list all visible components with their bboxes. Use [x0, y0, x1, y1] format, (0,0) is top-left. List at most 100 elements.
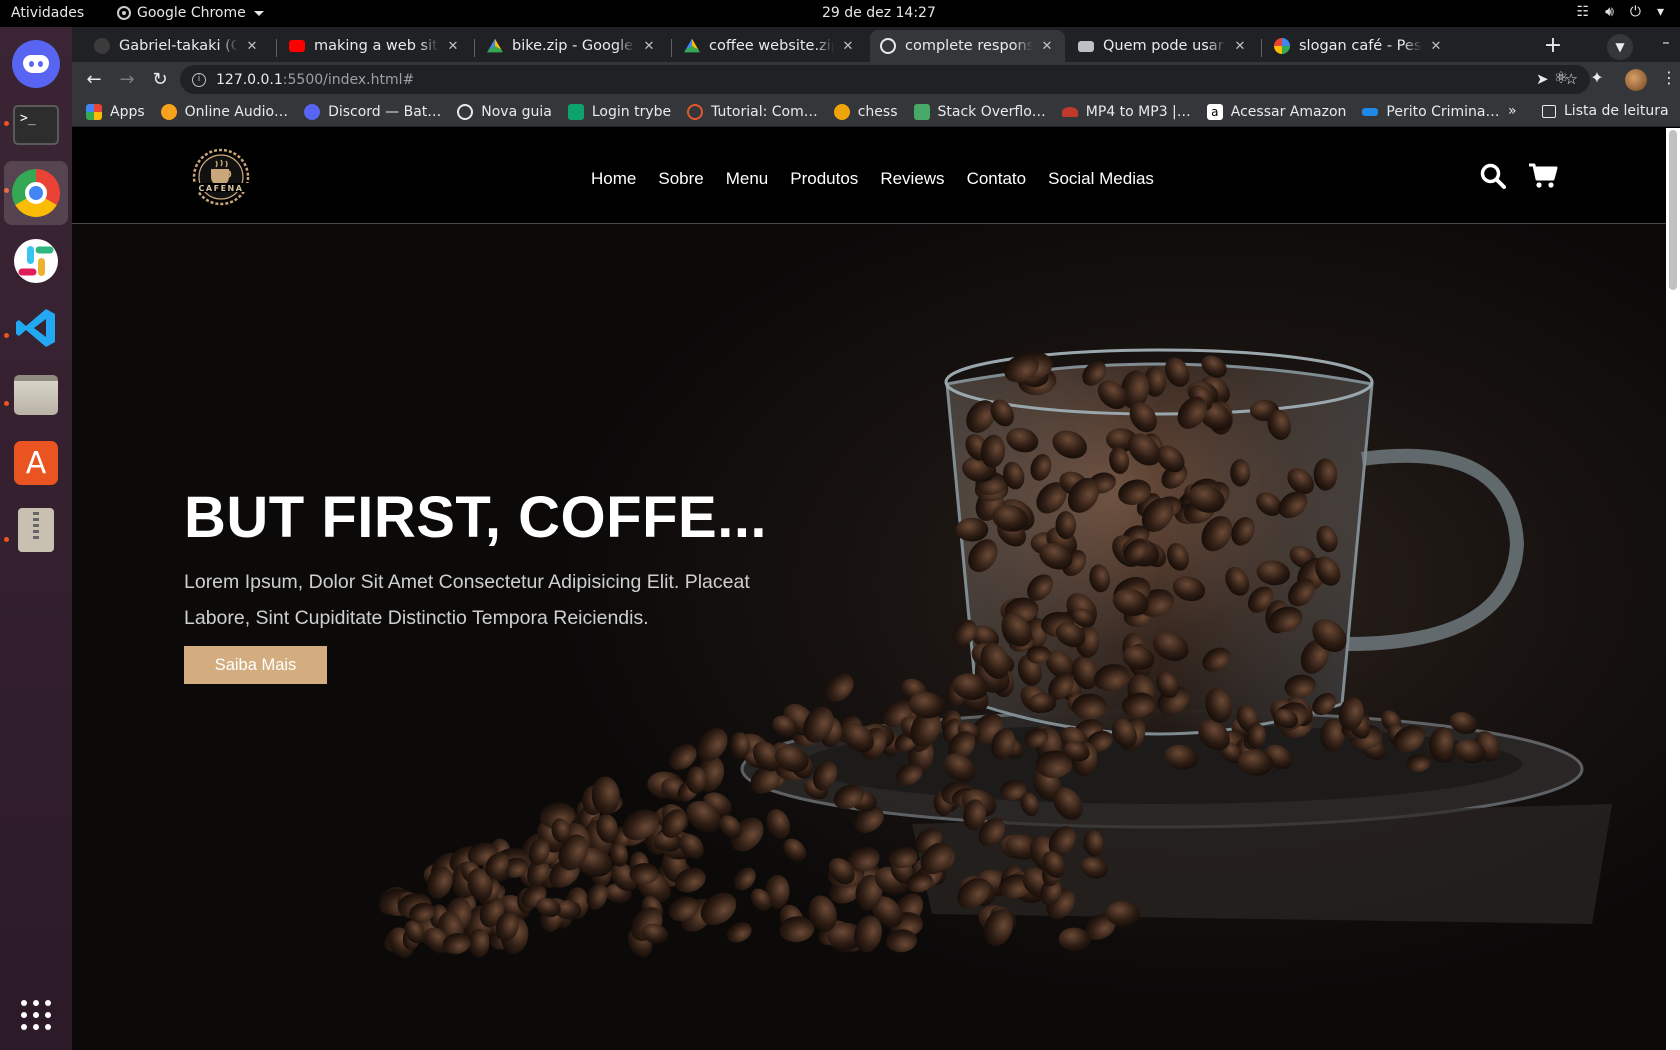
terminal-icon: >_	[13, 105, 59, 145]
tab-youtube[interactable]: making a web site h ✕	[279, 30, 471, 62]
slack-icon	[14, 239, 58, 283]
profile-avatar[interactable]	[1625, 69, 1647, 91]
github-icon	[94, 38, 110, 54]
tab-active-site[interactable]: complete responsive ✕	[870, 30, 1065, 62]
search-icon[interactable]	[1480, 163, 1506, 189]
hero-subtitle: Lorem Ipsum, Dolor Sit Amet Consectetur …	[184, 571, 750, 629]
coffee-bean	[686, 766, 707, 794]
close-icon[interactable]: ✕	[1232, 39, 1248, 54]
apps-grid-icon	[86, 103, 102, 120]
minimize-icon[interactable]: –	[1654, 33, 1678, 51]
close-icon[interactable]: ✕	[1428, 39, 1444, 54]
bookmark-stackoverflow[interactable]: Stack Overflo…	[913, 103, 1046, 120]
reload-button[interactable]: ↻	[147, 67, 173, 93]
tab-title: making a web site h	[314, 38, 439, 54]
discord-icon	[12, 40, 60, 88]
dock-files[interactable]	[4, 363, 68, 427]
power-icon[interactable]: ⏻	[1630, 4, 1641, 20]
coffee-bean	[783, 838, 807, 862]
dock-terminal[interactable]: >_	[4, 93, 68, 157]
bookmark-tutorial[interactable]: Tutorial: Com…	[687, 103, 818, 120]
page-scrollbar[interactable]	[1666, 128, 1680, 1050]
cart-icon[interactable]	[1528, 163, 1558, 189]
close-icon[interactable]: ✕	[244, 39, 260, 54]
tab-drive-coffee[interactable]: coffee website.zip - ✕	[674, 30, 866, 62]
dock-archive[interactable]	[4, 498, 68, 562]
system-tray[interactable]: ☷ 🔊︎ ⏻ ▾	[1577, 4, 1665, 20]
tab-mail[interactable]: Quem pode usar o c ✕	[1068, 30, 1258, 62]
caret-down-icon[interactable]: ▾	[1657, 4, 1664, 20]
address-bar[interactable]: i 127.0.0.1:5500/index.html# ➤ ☆	[180, 65, 1590, 94]
close-icon[interactable]: ✕	[840, 39, 856, 54]
bookmark-login-trybe[interactable]: Login trybe	[567, 103, 671, 120]
network-icon[interactable]: ☷	[1577, 4, 1590, 20]
nav-menu[interactable]: Menu	[726, 169, 769, 189]
bookmark-discord[interactable]: Discord — Bat…	[304, 103, 442, 120]
tab-strip: Gabriel-takaki (Gabriel ✕ making a web s…	[72, 27, 1680, 62]
site-info-icon[interactable]: i	[192, 72, 206, 87]
tab-divider	[671, 39, 672, 57]
bookmark-mp4-mp3[interactable]: MP4 to MP3 |…	[1061, 104, 1191, 120]
dock-software[interactable]: A	[4, 431, 68, 495]
back-button[interactable]: ←	[81, 67, 107, 93]
globe-icon	[880, 38, 896, 54]
activities-button[interactable]: Atividades	[11, 5, 84, 21]
nav-social-medias[interactable]: Social Medias	[1048, 169, 1154, 189]
dock-discord[interactable]	[4, 32, 68, 96]
bookmark-label: Apps	[110, 103, 145, 120]
forward-button[interactable]: →	[114, 67, 140, 93]
audio-icon	[160, 103, 177, 120]
bookmark-amazon[interactable]: a Acessar Amazon	[1206, 103, 1347, 120]
app-menu[interactable]: Google Chrome	[117, 5, 264, 21]
dock-vscode[interactable]	[4, 296, 68, 360]
scrollbar-thumb[interactable]	[1669, 130, 1677, 290]
tab-divider	[1261, 39, 1262, 57]
tab-search-button[interactable]: ▼	[1607, 34, 1633, 60]
tab-github[interactable]: Gabriel-takaki (Gabriel ✕	[84, 30, 270, 62]
new-tab-button[interactable]: +	[1540, 34, 1566, 60]
more-bookmarks-button[interactable]: »	[1508, 103, 1517, 119]
tutorial-icon	[687, 103, 704, 120]
nav-sobre[interactable]: Sobre	[658, 169, 703, 189]
bookmark-label: Acessar Amazon	[1230, 103, 1347, 120]
react-devtools-icon[interactable]: ⚛	[1550, 68, 1572, 87]
nav-home[interactable]: Home	[591, 169, 636, 189]
bookmark-chess[interactable]: chess	[833, 103, 898, 120]
volume-icon[interactable]: 🔊︎	[1605, 4, 1614, 20]
browser-toolbar: ← → ↻ i 127.0.0.1:5500/index.html# ➤ ☆ ⚛…	[72, 62, 1680, 97]
tab-google-search[interactable]: slogan café - Pesqu ✕	[1264, 30, 1454, 62]
youtube-icon	[289, 40, 305, 52]
saiba-mais-button[interactable]: Saiba Mais	[184, 646, 327, 684]
bookmark-label: Perito Crimina…	[1386, 103, 1500, 120]
nav-produtos[interactable]: Produtos	[790, 169, 858, 189]
bookmark-nova-guia[interactable]: Nova guia	[457, 103, 552, 120]
nav-reviews[interactable]: Reviews	[880, 169, 944, 189]
extensions-icon[interactable]: ✦	[1586, 68, 1608, 87]
bookmarks-bar: Apps Online Audio… Discord — Bat… Nova g…	[72, 97, 1680, 127]
files-icon	[14, 375, 58, 415]
url-host: 127.0.0.1	[216, 71, 283, 88]
bookmark-perito[interactable]: Perito Crimina…	[1362, 103, 1500, 120]
clock[interactable]: 29 de dez 14:27	[822, 5, 936, 21]
bookmark-label: Discord — Bat…	[328, 103, 442, 120]
software-store-icon: A	[14, 441, 58, 485]
tab-drive-bike[interactable]: bike.zip - Google Dr ✕	[477, 30, 667, 62]
bookmark-online-audio[interactable]: Online Audio…	[160, 103, 288, 120]
chrome-small-icon	[117, 6, 131, 20]
send-tab-icon[interactable]: ➤	[1536, 70, 1549, 88]
bookmark-label: Tutorial: Com…	[711, 103, 818, 120]
reading-list-button[interactable]: Lista de leitura	[1542, 103, 1669, 119]
dock-chrome[interactable]	[4, 161, 68, 225]
hero-coffee-image	[378, 348, 1612, 958]
tab-title: slogan café - Pesqu	[1299, 38, 1422, 54]
nav-contato[interactable]: Contato	[967, 169, 1027, 189]
bookmark-apps[interactable]: Apps	[86, 103, 145, 120]
main-nav: Home Sobre Menu Produtos Reviews Contato…	[591, 169, 1154, 189]
show-applications-button[interactable]	[4, 983, 68, 1047]
close-icon[interactable]: ✕	[445, 39, 461, 54]
cafena-logo[interactable]: CAFENA	[184, 147, 258, 209]
close-icon[interactable]: ✕	[1039, 39, 1055, 54]
close-icon[interactable]: ✕	[641, 39, 657, 54]
chrome-menu-icon[interactable]: ⋮	[1658, 68, 1680, 87]
dock-slack[interactable]	[4, 229, 68, 293]
